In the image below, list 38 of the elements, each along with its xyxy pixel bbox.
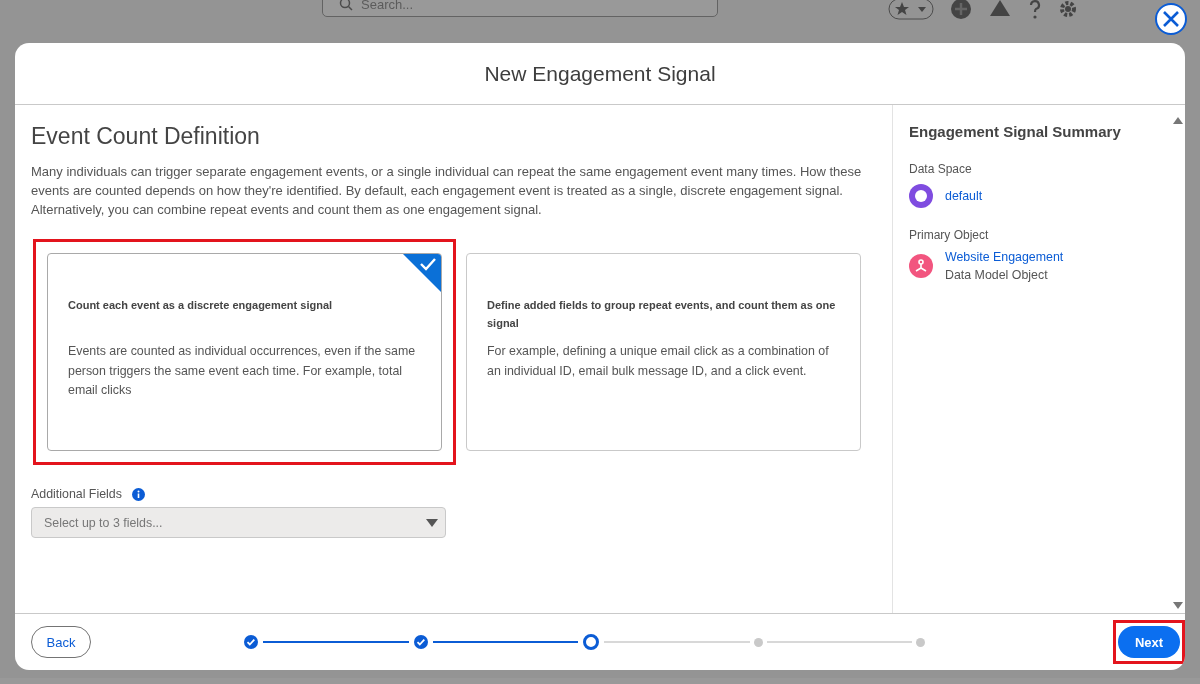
search-placeholder: Search... — [361, 0, 414, 12]
search-icon — [339, 0, 353, 11]
option-description: For example, defining a unique email click as a combination of an individual ID, email bulk message ID, and a click event. — [487, 343, 830, 380]
summary-title: Engagement Signal Summary — [909, 123, 1122, 140]
summary-subtitle: Data Model Object — [945, 268, 1049, 282]
summary-link[interactable]: Website Engagement — [945, 250, 1064, 264]
close-icon — [1161, 9, 1181, 29]
option-title: Count each event as a discrete engagement signal — [68, 298, 334, 313]
caret-icon — [426, 518, 438, 527]
scroll-down-icon[interactable] — [1173, 602, 1183, 609]
help-icon[interactable] — [1028, 0, 1042, 20]
step-upcoming-icon — [753, 637, 763, 647]
scroll-up-icon[interactable] — [1173, 117, 1183, 124]
step-complete-icon — [243, 634, 259, 650]
section-description: Many individuals can trigger separate engagement events, or a single individual can repeat the same engagement event many times. How these events are counted depends on how they're identified. By default, each engagement event is treated as a single, discrete engagement signal. Alternatively, you can combine repeat events and count them as one engagement signal. — [31, 163, 863, 219]
summary-label: Data Space — [909, 162, 973, 176]
add-icon[interactable] — [950, 0, 972, 20]
ring-icon — [909, 184, 933, 208]
summary-label: Primary Object — [909, 228, 990, 242]
selected-check-icon — [403, 254, 441, 292]
info-icon[interactable] — [131, 487, 145, 501]
step-complete-icon — [412, 634, 429, 650]
step-upcoming-icon — [916, 637, 925, 647]
option-card[interactable]: Count each event as a discrete engagement signal Events are counted as individual occurrences, even if the same person triggers the same event each time. For example, total email clicks — [47, 253, 442, 451]
settings-icon[interactable] — [1058, 0, 1078, 19]
object-icon — [909, 254, 933, 278]
dialog-title: New Engagement Signal — [484, 61, 716, 86]
option-title: Define added fields to group repeat events, and count them as one signal — [487, 298, 837, 331]
option-description: Events are counted as individual occurrences, even if the same person triggers the same event each time. For example, total email clicks — [68, 343, 417, 399]
back-button[interactable]: Back — [31, 626, 91, 658]
step-current-icon — [582, 633, 600, 651]
summary-link[interactable]: default — [945, 189, 983, 203]
section-heading: Event Count Definition — [31, 123, 261, 150]
option-card[interactable]: Define added fields to group repeat events, and count them as one signal For example, defining a unique email click as a combination of an individual ID, email bulk message ID, and a click event. — [466, 253, 861, 451]
field-label: Additional Fields — [31, 487, 122, 501]
fields-dropdown[interactable]: Select up to 3 fields... — [31, 507, 446, 538]
star-icon[interactable] — [888, 0, 934, 20]
next-button[interactable]: Next — [1118, 626, 1180, 658]
